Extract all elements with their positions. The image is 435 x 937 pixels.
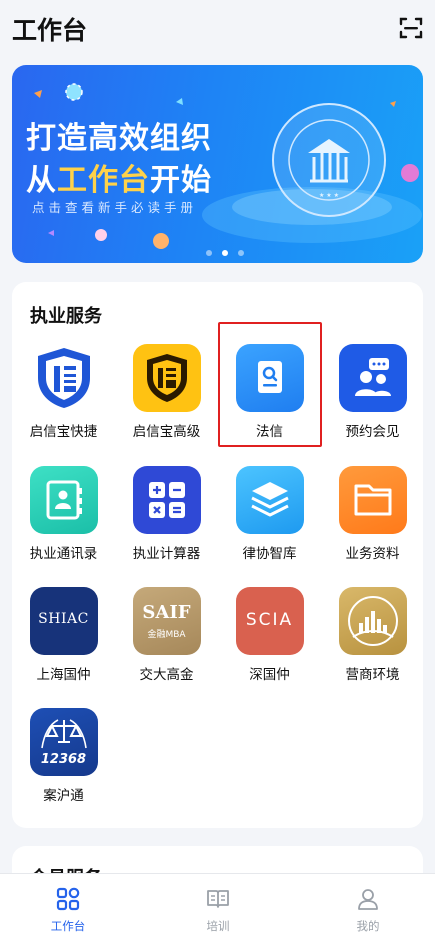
banner-headline-prefix: 从 [26, 163, 57, 198]
highlight-annotation-box [218, 322, 322, 447]
promo-banner[interactable]: 打造高效组织 从工作台开始 点击查看新手必读手册 ★ ★ ★ [12, 65, 423, 263]
bar-association-seal-logo: ★ ★ ★ [272, 103, 386, 217]
app-header: 工作台 [0, 0, 435, 60]
service-qixinbao-quick[interactable]: 启信宝快捷 [12, 344, 115, 440]
scia-logo: SCIA [235, 587, 304, 655]
pagination-dot[interactable] [206, 250, 212, 256]
anhutong-12368-icon: 12368 [29, 708, 98, 776]
service-label: 启信宝快捷 [29, 424, 98, 440]
service-label: 律协智库 [242, 546, 297, 562]
layers-icon [235, 466, 304, 534]
service-label: 预约会见 [345, 424, 400, 440]
banner-headline-suffix: 开始 [150, 163, 212, 198]
svg-text:★ ★ ★: ★ ★ ★ [319, 192, 339, 199]
scia-logo-text: SCIA [245, 610, 294, 630]
service-label: 营商环境 [345, 667, 400, 683]
banner-pagination [206, 241, 254, 260]
banner-subtitle: 点击查看新手必读手册 [32, 200, 198, 215]
folder-icon [338, 466, 407, 534]
tab-workbench[interactable]: 工作台 [28, 886, 108, 934]
service-label: 交大高金 [139, 667, 194, 683]
saif-logo: SAIF 金融MBA [132, 587, 201, 655]
tab-label: 培训 [206, 919, 230, 933]
service-think-tank[interactable]: 律协智库 [218, 466, 321, 562]
service-label: 启信宝高级 [132, 424, 201, 440]
banner-headline: 打造高效组织 [26, 121, 212, 156]
banner-headline-2: 从工作台开始 [26, 155, 212, 199]
page-title: 工作台 [12, 16, 88, 45]
saif-logo-subtext: 金融MBA [147, 630, 186, 640]
bottom-tab-bar: 工作台 培训 我的 [0, 873, 435, 937]
service-label: 执业通讯录 [29, 546, 98, 562]
tab-profile[interactable]: 我的 [328, 886, 408, 934]
pagination-dot-active[interactable] [222, 250, 228, 256]
appointment-chat-icon [338, 344, 407, 412]
service-label: 上海国仲 [36, 667, 91, 683]
service-qixinbao-advanced[interactable]: 启信宝高级 [115, 344, 218, 440]
user-icon [358, 889, 378, 910]
calculator-icon [132, 466, 201, 534]
service-anhutong[interactable]: 12368 案沪通 [12, 708, 115, 804]
saif-logo-text: SAIF [142, 602, 191, 623]
service-label: 深国仲 [249, 667, 290, 683]
service-label: 业务资料 [345, 546, 400, 562]
service-address-book[interactable]: 执业通讯录 [12, 466, 115, 562]
section-title: 执业服务 [30, 306, 102, 327]
shiac-logo: SHIAC [29, 587, 98, 655]
service-appointment[interactable]: 预约会见 [321, 344, 424, 440]
pagination-dot[interactable] [238, 250, 244, 256]
scan-icon[interactable] [399, 16, 423, 40]
service-label: 执业计算器 [132, 546, 201, 562]
grid-icon [56, 887, 80, 911]
tab-label: 我的 [356, 919, 380, 933]
address-book-icon [29, 466, 98, 534]
tab-training[interactable]: 培训 [178, 886, 258, 934]
book-icon [207, 890, 229, 908]
service-label: 案沪通 [43, 788, 84, 804]
banner-headline-highlight: 工作台 [57, 163, 150, 198]
service-calculator[interactable]: 执业计算器 [115, 466, 218, 562]
practice-services-card: 执业服务 启信宝快捷 启信宝高级 法信 预约会见 执业通讯录 执业计算器 律协智… [12, 282, 423, 828]
shiac-logo-text: SHIAC [38, 611, 89, 627]
anhutong-logo-text: 12368 [40, 752, 87, 767]
service-saif[interactable]: SAIF 金融MBA 交大高金 [115, 587, 218, 683]
service-business-docs[interactable]: 业务资料 [321, 466, 424, 562]
service-scia[interactable]: SCIA 深国仲 [218, 587, 321, 683]
service-business-environment[interactable]: 营商环境 [321, 587, 424, 683]
qixinbao-advanced-icon [132, 344, 201, 412]
business-environment-icon [338, 587, 407, 655]
service-shiac[interactable]: SHIAC 上海国仲 [12, 587, 115, 683]
qixinbao-shield-icon [30, 344, 98, 412]
tab-label: 工作台 [50, 919, 86, 933]
